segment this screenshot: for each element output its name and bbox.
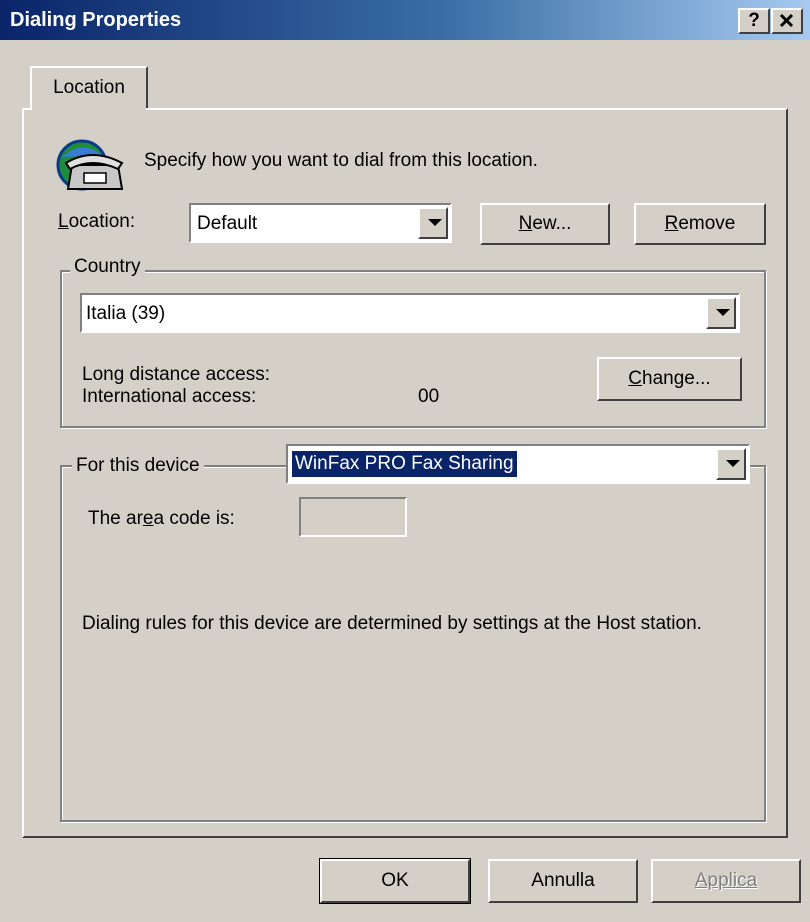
new-mnemonic: N [518,213,533,234]
area-code-label: The area code is: [88,508,235,530]
chevron-down-icon [726,460,740,467]
device-dropdown-button[interactable] [716,448,746,480]
remove-label-rest: emove [678,213,736,234]
change-label-rest: hange... [642,368,711,389]
device-group-label: For this device [72,455,204,477]
tab-location-label: Location [53,77,125,98]
long-distance-label: Long distance access: [82,364,271,385]
device-select-value: WinFax PRO Fax Sharing [291,450,518,478]
location-label-rest: ocation: [68,211,136,232]
tab-join [32,108,146,111]
dialing-rules-text: Dialing rules for this device are determ… [82,613,702,634]
country-select[interactable]: Italia (39) [80,293,740,333]
change-button[interactable]: Change... [597,357,742,401]
help-button[interactable]: ? [738,8,770,34]
location-label-mnemonic: L [58,211,69,232]
country-dropdown-button[interactable] [706,297,736,329]
apply-button[interactable]: Applica [651,859,801,903]
area-code-label-pre: The ar [88,508,143,529]
remove-location-button[interactable]: Remove [634,203,766,245]
country-select-value: Italia (39) [86,303,166,324]
ok-button[interactable]: OK [319,858,471,904]
area-code-input [299,497,407,537]
intro-text: Specify how you want to dial from this l… [144,150,538,171]
remove-mnemonic: R [664,213,679,234]
change-mnemonic: C [628,368,643,389]
close-button[interactable] [771,8,803,34]
international-label: International access: [82,386,257,407]
location-label: Location: [58,211,135,233]
chevron-down-icon [428,219,442,226]
window-title: Dialing Properties [10,9,182,31]
chevron-down-icon [716,309,730,316]
location-dropdown-button[interactable] [418,207,448,239]
new-location-button[interactable]: New... [480,203,610,245]
location-select[interactable]: Default [189,203,452,243]
close-icon [779,13,794,28]
tab-location[interactable]: Location [30,66,148,110]
cancel-button[interactable]: Annulla [488,859,638,903]
apply-label: Applica [694,870,758,891]
international-value: 00 [418,386,440,407]
country-group-label: Country [70,256,145,278]
device-select[interactable]: WinFax PRO Fax Sharing [286,444,750,484]
location-select-value: Default [197,213,258,234]
area-code-label-post: a code is: [153,508,235,529]
area-code-mnemonic: e [142,508,154,529]
telephone-icon [52,135,128,197]
new-label-rest: ew... [532,213,572,234]
